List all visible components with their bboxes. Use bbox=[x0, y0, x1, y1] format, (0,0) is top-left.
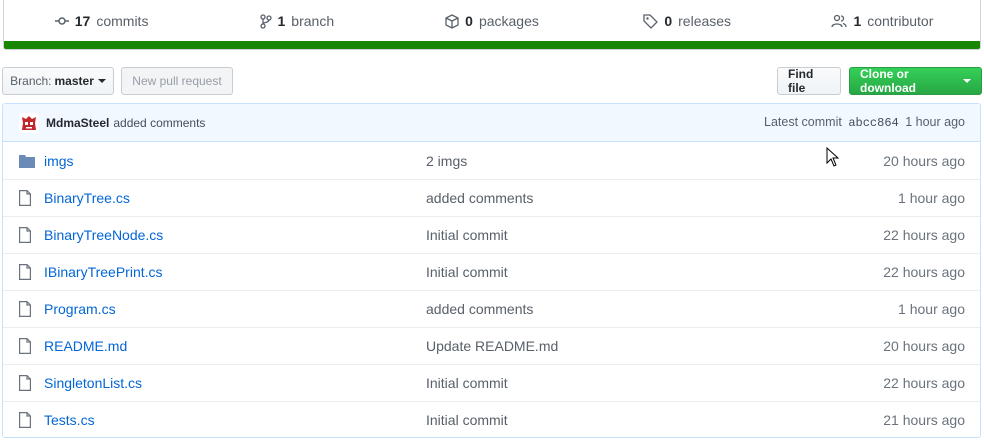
file-commit-message[interactable]: added comments bbox=[426, 301, 898, 317]
package-icon bbox=[445, 13, 459, 29]
releases-stat[interactable]: 0 releases bbox=[590, 13, 785, 29]
packages-label: packages bbox=[478, 13, 539, 29]
branch-icon bbox=[259, 13, 272, 29]
file-commit-message[interactable]: Initial commit bbox=[426, 375, 883, 391]
find-file-button[interactable]: Find file bbox=[777, 67, 841, 95]
file-age: 20 hours ago bbox=[883, 338, 965, 354]
new-pull-request-button[interactable]: New pull request bbox=[121, 67, 233, 95]
file-icon bbox=[19, 301, 37, 317]
releases-label: releases bbox=[678, 13, 732, 29]
file-commit-message[interactable]: 2 imgs bbox=[426, 153, 883, 169]
contributors-label: contributor bbox=[867, 13, 934, 29]
branches-count: 1 bbox=[277, 13, 286, 29]
commits-count: 17 bbox=[74, 13, 91, 29]
file-commit-message[interactable]: Update README.md bbox=[426, 338, 883, 354]
clone-download-button[interactable]: Clone or download bbox=[849, 67, 982, 95]
file-name-link[interactable]: imgs bbox=[44, 153, 426, 169]
file-name-link[interactable]: Program.cs bbox=[44, 301, 426, 317]
tag-icon bbox=[643, 13, 659, 29]
file-name-link[interactable]: SingletonList.cs bbox=[44, 375, 426, 391]
file-age: 21 hours ago bbox=[883, 412, 965, 428]
file-age: 1 hour ago bbox=[898, 301, 965, 317]
latest-commit-bar: MdmaSteel added comments Latest commit a… bbox=[3, 104, 980, 142]
table-row[interactable]: README.md Update README.md 20 hours ago bbox=[3, 327, 980, 364]
file-commit-message[interactable]: Initial commit bbox=[426, 264, 883, 280]
file-age: 22 hours ago bbox=[883, 227, 965, 243]
branch-select-value: master bbox=[54, 74, 94, 88]
file-icon bbox=[19, 375, 37, 391]
folder-icon bbox=[19, 154, 37, 168]
commit-message[interactable]: added comments bbox=[113, 116, 205, 130]
table-row[interactable]: BinaryTreeNode.cs Initial commit 22 hour… bbox=[3, 216, 980, 253]
contributors-stat[interactable]: 1 contributor bbox=[785, 13, 980, 29]
chevron-down-icon bbox=[97, 79, 106, 83]
commit-sha[interactable]: abcc864 bbox=[848, 116, 898, 130]
file-icon bbox=[19, 227, 37, 243]
file-name-link[interactable]: Tests.cs bbox=[44, 412, 426, 428]
commits-label: commits bbox=[96, 13, 149, 29]
file-age: 1 hour ago bbox=[898, 190, 965, 206]
branch-select-label: Branch: bbox=[10, 74, 52, 88]
file-age: 22 hours ago bbox=[883, 264, 965, 280]
file-icon bbox=[19, 190, 37, 206]
branches-stat[interactable]: 1 branch bbox=[199, 13, 394, 29]
mouse-cursor-icon bbox=[826, 147, 840, 167]
file-age: 22 hours ago bbox=[883, 375, 965, 391]
file-name-link[interactable]: BinaryTree.cs bbox=[44, 190, 426, 206]
chevron-down-icon bbox=[963, 79, 971, 83]
commit-age: 1 hour ago bbox=[905, 115, 965, 129]
releases-count: 0 bbox=[664, 13, 673, 29]
branch-select-button[interactable]: Branch: master bbox=[2, 67, 114, 95]
people-icon bbox=[831, 14, 848, 28]
latest-commit-info: Latest commit abcc864 1 hour ago bbox=[764, 115, 965, 130]
commit-icon bbox=[54, 17, 69, 25]
table-row[interactable]: BinaryTree.cs added comments 1 hour ago bbox=[3, 179, 980, 216]
clone-download-label: Clone or download bbox=[860, 67, 916, 95]
file-icon bbox=[19, 264, 37, 280]
contributors-count: 1 bbox=[853, 13, 862, 29]
packages-count: 0 bbox=[465, 13, 473, 29]
file-name-link[interactable]: README.md bbox=[44, 338, 426, 354]
file-name-link[interactable]: BinaryTreeNode.cs bbox=[44, 227, 426, 243]
branches-label: branch bbox=[291, 13, 335, 29]
repo-stats-bar: 17 commits 1 branch 0 packages 0 release… bbox=[3, 0, 981, 50]
file-icon bbox=[19, 338, 37, 354]
latest-commit-label: Latest commit bbox=[764, 115, 842, 129]
commits-stat[interactable]: 17 commits bbox=[4, 13, 199, 29]
table-row[interactable]: SingletonList.cs Initial commit 22 hours… bbox=[3, 364, 980, 401]
avatar[interactable] bbox=[19, 112, 39, 133]
file-name-link[interactable]: IBinaryTreePrint.cs bbox=[44, 264, 426, 280]
table-row[interactable]: Tests.cs Initial commit 21 hours ago bbox=[3, 401, 980, 437]
file-commit-message[interactable]: Initial commit bbox=[426, 412, 883, 428]
table-row[interactable]: IBinaryTreePrint.cs Initial commit 22 ho… bbox=[3, 253, 980, 290]
language-bar[interactable] bbox=[4, 41, 980, 49]
file-age: 20 hours ago bbox=[883, 152, 965, 169]
file-commit-message[interactable]: Initial commit bbox=[426, 227, 883, 243]
table-row[interactable]: Program.cs added comments 1 hour ago bbox=[3, 290, 980, 327]
packages-stat[interactable]: 0 packages bbox=[394, 13, 589, 29]
file-icon bbox=[19, 412, 37, 428]
commit-author[interactable]: MdmaSteel bbox=[46, 116, 109, 130]
file-commit-message[interactable]: added comments bbox=[426, 190, 898, 206]
